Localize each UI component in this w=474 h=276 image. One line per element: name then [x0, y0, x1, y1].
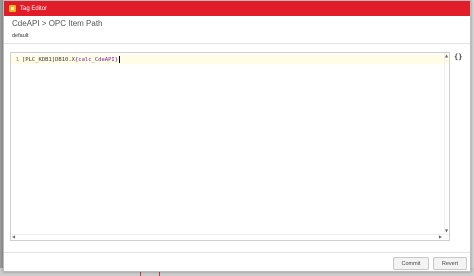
scroll-left-arrow-icon[interactable]: ◀	[12, 234, 15, 240]
tag-editor-dialog: Tag Editor CdeAPI > OPC Item Path defaul…	[3, 0, 471, 272]
line-number: 1	[15, 56, 19, 63]
app-icon	[9, 5, 16, 12]
revert-button[interactable]: Revert	[433, 257, 467, 270]
scroll-right-arrow-icon[interactable]: ▶	[439, 234, 442, 240]
scroll-down-arrow-icon[interactable]: ▼	[444, 228, 449, 233]
scroll-up-arrow-icon[interactable]: ▲	[444, 53, 449, 58]
code-editor[interactable]: 1 [PLC_KDB1]DB10.X {calc_CdeAPI} ▲ ▼ ◀ ▶	[10, 52, 450, 241]
vertical-scrollbar[interactable]	[444, 53, 449, 233]
title-bar[interactable]: Tag Editor	[4, 1, 470, 16]
braces-icon[interactable]: {}	[454, 53, 462, 61]
commit-button[interactable]: Commit	[393, 257, 429, 270]
code-static-text: [PLC_KDB1]DB10.X	[22, 56, 75, 63]
text-cursor	[119, 56, 121, 63]
code-parameter-reference: {calc_CdeAPI}	[74, 56, 119, 63]
footer-divider	[4, 252, 470, 253]
tag-provider-label: default	[12, 33, 29, 39]
editor-line-1[interactable]: 1 [PLC_KDB1]DB10.X {calc_CdeAPI}	[11, 55, 449, 64]
header-divider	[4, 43, 470, 44]
tag-path-title: CdeAPI > OPC Item Path	[12, 19, 103, 28]
window-title: Tag Editor	[20, 5, 48, 12]
horizontal-scrollbar[interactable]	[11, 234, 449, 240]
